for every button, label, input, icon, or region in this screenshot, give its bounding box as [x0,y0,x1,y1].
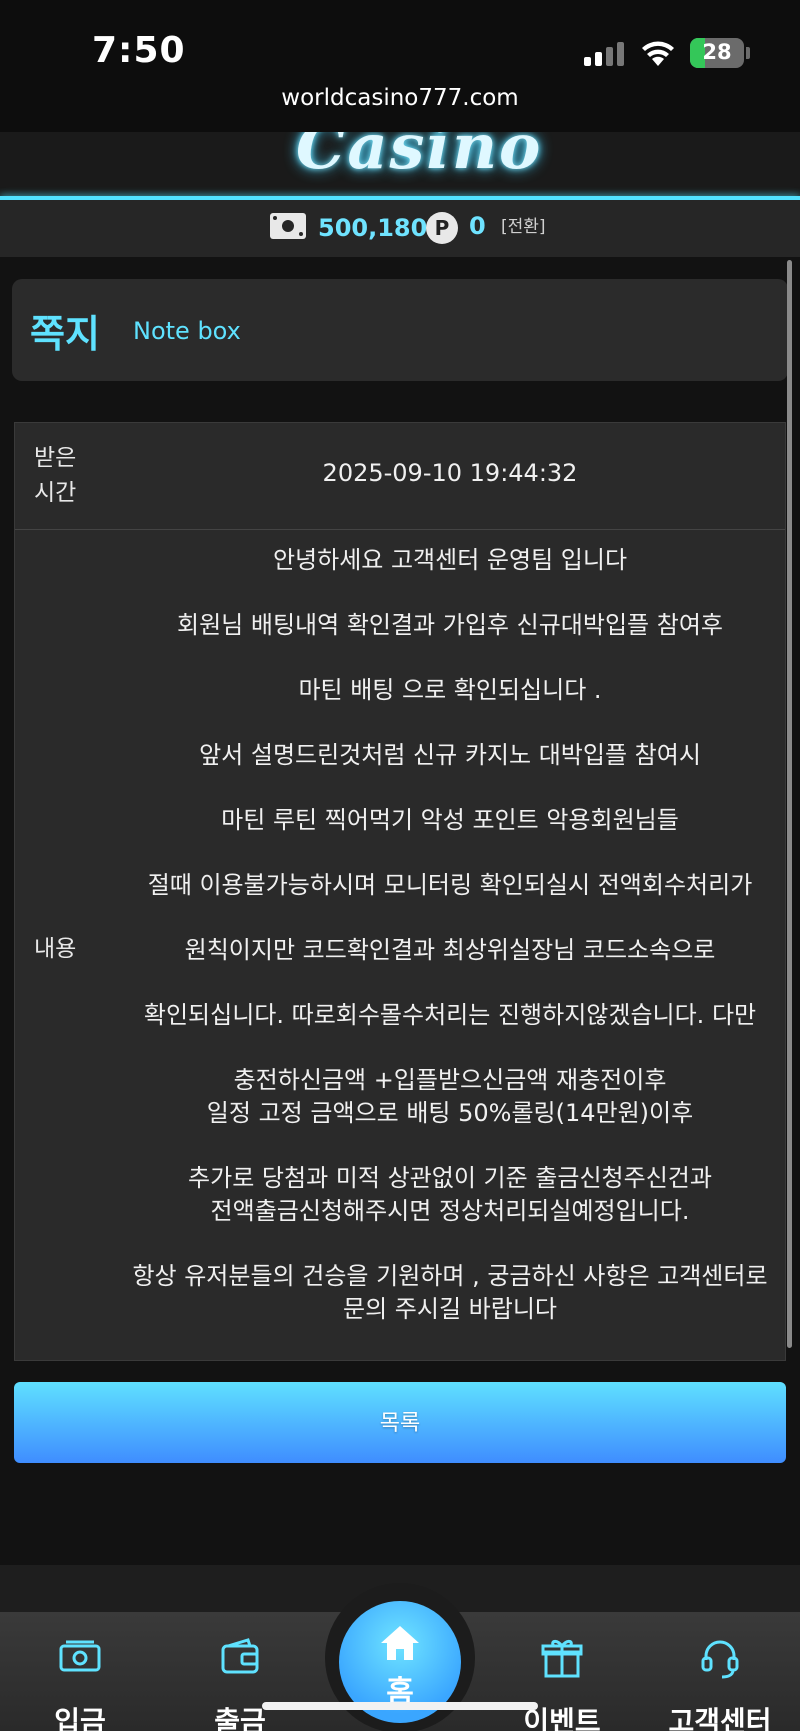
nav-withdraw[interactable]: 출금 [170,1636,310,1731]
nav-support-label: 고객센터 [668,1705,772,1731]
content-line: 항상 유저분들의 건승을 기원하며 , 궁금하신 사항은 고객센터로 문의 주시… [132,1262,768,1323]
received-time-label-text: 받은 시간 [34,445,77,506]
received-time-row: 받은 시간 2025-09-10 19:44:32 [15,423,785,530]
page-subtitle: Note box [133,317,241,345]
note-box-header: 쪽지 Note box [12,279,788,381]
battery-icon: 28 [690,38,744,68]
convert-button[interactable]: [전환] [501,212,546,237]
nav-deposit[interactable]: 입금 [10,1636,150,1731]
content-line: 회원님 배팅내역 확인결과 가입후 신규대박입플 참여후 [177,611,723,639]
message-content: 안녕하세요 고객센터 운영팀 입니다 회원님 배팅내역 확인결과 가입후 신규대… [115,544,785,1358]
home-indicator [262,1702,538,1710]
received-time-value: 2025-09-10 19:44:32 [322,459,578,487]
content-line: 마틴 루틴 찍어먹기 악성 포인트 악용회원님들 [221,806,679,834]
list-button[interactable]: 목록 [14,1382,786,1463]
content-line: 확인되십니다. 따로회수몰수처리는 진행하지않겠습니다. 다만 [143,1001,757,1029]
content-line: 추가로 당첨과 미적 상관없이 기준 출금신청주신건과 전액출금신청해주시면 정… [188,1164,712,1225]
home-icon [381,1626,419,1660]
content-label: 내용 [34,936,77,962]
content-line: 안녕하세요 고객센터 운영팀 입니다 [272,546,628,574]
page-title: 쪽지 [30,312,100,356]
money-balance: 500,180 [318,214,428,242]
received-time-label: 받은 시간 [34,441,94,511]
balance-bar: 500,180 P 0 [전환] [0,200,800,257]
deposit-money-icon [59,1640,101,1672]
site-header: Casino [0,132,800,196]
point-balance: 0 [469,212,486,240]
content-line: 앞서 설명드린것처럼 신규 카지노 대박입플 참여시 [199,741,701,769]
clock: 7:50 [92,30,186,71]
nav-event[interactable]: 이벤트 [492,1636,632,1731]
message-table: 받은 시간 2025-09-10 19:44:32 내용 안녕하세요 고객센터 … [14,422,786,1361]
content-line: 마틴 배팅 으로 확인되십니다 . [298,676,602,704]
wifi-icon [642,41,674,66]
content-line: 절때 이용불가능하시며 모니터링 확인되실시 전액회수처리가 [147,871,753,899]
nav-deposit-label: 입금 [54,1705,106,1731]
headset-icon [701,1640,739,1679]
gift-icon [541,1639,583,1678]
status-bar: 7:50 28 worldcasino777.com [0,0,800,132]
point-icon: P [426,212,458,244]
money-icon [270,213,306,239]
address-bar-url[interactable]: worldcasino777.com [0,85,800,111]
wallet-icon [221,1638,259,1674]
battery-tip [746,47,750,59]
battery-percent: 28 [702,40,732,64]
casino-logo[interactable]: Casino [296,132,542,183]
content-line: 원칙이지만 코드확인결과 최상위실장님 코드소속으로 [184,936,716,964]
cellular-signal-icon [584,42,626,66]
nav-support[interactable]: 고객센터 [650,1636,790,1731]
content-line: 충전하신금액 +입플받으신금액 재충전이후 일정 고정 금액으로 배팅 50%롤… [206,1066,694,1127]
page-scrollbar[interactable] [787,260,792,1348]
